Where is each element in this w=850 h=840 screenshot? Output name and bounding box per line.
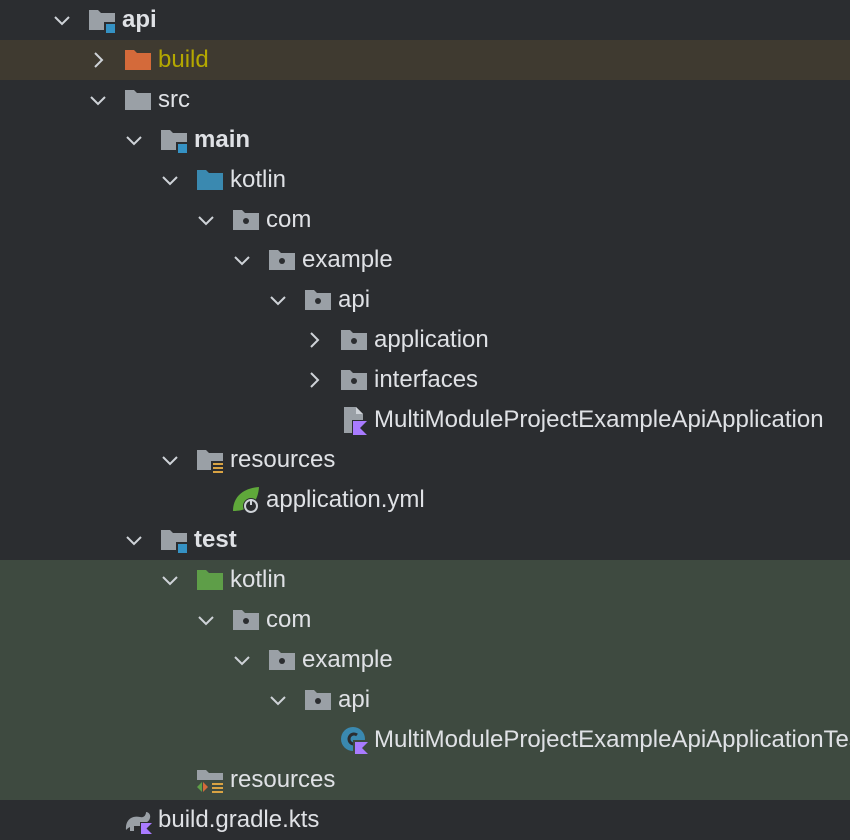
tree-row[interactable]: application (0, 320, 850, 360)
tree-item-label: kotlin (230, 566, 287, 593)
resources-folder-icon (194, 444, 226, 476)
spring-config-icon (230, 484, 262, 516)
chevron-down-icon[interactable] (266, 688, 290, 712)
tree-row[interactable]: kotlin (0, 160, 850, 200)
tree-item-label: api (122, 6, 157, 33)
tree-row[interactable]: MultiModuleProjectExampleApiApplication (0, 400, 850, 440)
tree-item-label: api (338, 286, 371, 313)
tree-item-label: com (266, 606, 312, 633)
chevron-down-icon[interactable] (122, 528, 146, 552)
chevron-right-icon[interactable] (302, 328, 326, 352)
module-folder-icon (158, 124, 190, 156)
chevron-right-icon[interactable] (86, 48, 110, 72)
tree-item-label: interfaces (374, 366, 479, 393)
source-root-folder-icon (194, 164, 226, 196)
chevron-down-icon[interactable] (230, 248, 254, 272)
chevron-down-icon[interactable] (266, 288, 290, 312)
tree-item-label: MultiModuleProjectExampleApiApplicationT… (374, 726, 850, 753)
tree-row[interactable]: application.yml (0, 480, 850, 520)
chevron-down-icon[interactable] (158, 168, 182, 192)
folder-icon (122, 84, 154, 116)
chevron-down-icon[interactable] (194, 208, 218, 232)
tree-row[interactable]: com (0, 600, 850, 640)
tree-row[interactable]: test (0, 520, 850, 560)
tree-item-label: build (158, 46, 209, 73)
tree-row[interactable]: main (0, 120, 850, 160)
chevron-down-icon[interactable] (194, 608, 218, 632)
module-folder-icon (86, 4, 118, 36)
tree-item-label: resources (230, 446, 336, 473)
tree-item-label: MultiModuleProjectExampleApiApplication (374, 406, 824, 433)
tree-item-label: api (338, 686, 371, 713)
package-icon (266, 244, 298, 276)
tree-item-label: main (194, 126, 251, 153)
chevron-right-icon[interactable] (302, 368, 326, 392)
tree-row[interactable]: MultiModuleProjectExampleApiApplicationT… (0, 720, 850, 760)
tree-row[interactable]: api (0, 0, 850, 40)
tree-row[interactable]: src (0, 80, 850, 120)
chevron-down-icon[interactable] (122, 128, 146, 152)
tree-row[interactable]: api (0, 280, 850, 320)
test-source-folder-icon (194, 564, 226, 596)
tree-row[interactable]: interfaces (0, 360, 850, 400)
tree-item-label: application (374, 326, 489, 353)
tree-row[interactable]: resources (0, 760, 850, 800)
package-icon (230, 204, 262, 236)
package-icon (338, 324, 370, 356)
chevron-down-icon[interactable] (230, 648, 254, 672)
tree-item-label: build.gradle.kts (158, 806, 320, 833)
package-icon (230, 604, 262, 636)
tree-item-label: kotlin (230, 166, 287, 193)
package-icon (302, 284, 334, 316)
tree-item-label: src (158, 86, 190, 113)
test-resources-folder-icon (194, 764, 226, 796)
tree-item-label: resources (230, 766, 336, 793)
tree-item-label: example (302, 246, 393, 273)
package-icon (302, 684, 334, 716)
chevron-down-icon[interactable] (158, 448, 182, 472)
tree-row[interactable]: example (0, 240, 850, 280)
tree-row[interactable]: build (0, 40, 850, 80)
chevron-down-icon[interactable] (50, 8, 74, 32)
tree-row[interactable]: example (0, 640, 850, 680)
chevron-down-icon[interactable] (86, 88, 110, 112)
tree-row[interactable]: resources (0, 440, 850, 480)
tree-item-label: application.yml (266, 486, 425, 513)
chevron-down-icon[interactable] (158, 568, 182, 592)
project-tree[interactable]: api build src main kotlin com example api a… (0, 0, 850, 840)
tree-item-label: com (266, 206, 312, 233)
tree-item-label: example (302, 646, 393, 673)
tree-item-label: test (194, 526, 237, 553)
package-icon (266, 644, 298, 676)
tree-row[interactable]: build.gradle.kts (0, 800, 850, 840)
gradle-icon (122, 804, 154, 836)
excluded-folder-icon (122, 44, 154, 76)
module-folder-icon (158, 524, 190, 556)
tree-row[interactable]: com (0, 200, 850, 240)
kotlin-class-icon (338, 724, 370, 756)
package-icon (338, 364, 370, 396)
tree-row[interactable]: kotlin (0, 560, 850, 600)
kotlin-file-icon (338, 404, 370, 436)
tree-row[interactable]: api (0, 680, 850, 720)
